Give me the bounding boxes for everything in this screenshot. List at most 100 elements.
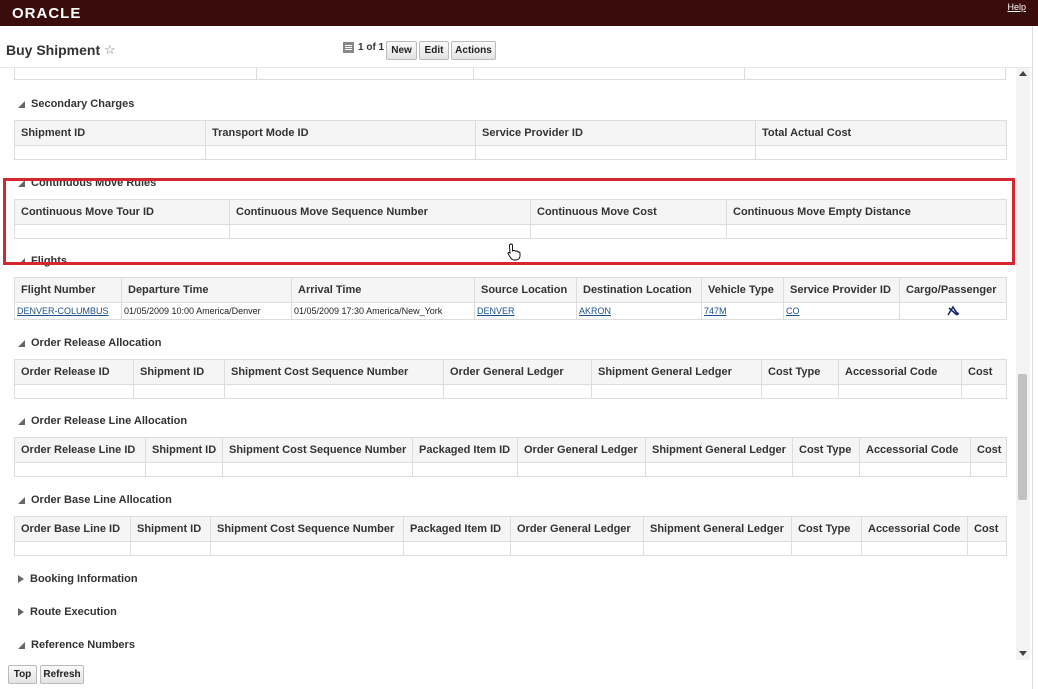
brand-bar: ORACLE Help bbox=[0, 0, 1038, 26]
column-header[interactable]: Accessorial Code bbox=[861, 516, 968, 542]
section-title: Order Release Allocation bbox=[31, 337, 162, 349]
column-header[interactable]: Service Provider ID bbox=[783, 277, 900, 303]
section-continuous-move-rules[interactable]: Continuous Move Rules bbox=[18, 177, 156, 189]
collapse-triangle-icon bbox=[18, 641, 25, 649]
collapse-triangle-icon bbox=[18, 417, 25, 425]
column-header[interactable]: Continuous Move Sequence Number bbox=[229, 199, 531, 225]
top-button[interactable]: Top bbox=[8, 665, 37, 684]
section-route-execution[interactable]: Route Execution bbox=[18, 606, 117, 618]
cargo-passenger-icon[interactable] bbox=[946, 305, 960, 317]
collapse-triangle-icon bbox=[18, 496, 25, 504]
column-header[interactable]: Departure Time bbox=[121, 277, 292, 303]
column-header[interactable]: Shipment ID bbox=[133, 359, 225, 385]
table-row bbox=[14, 224, 1007, 239]
section-secondary-charges[interactable]: Secondary Charges bbox=[18, 98, 134, 110]
column-header[interactable]: Cost bbox=[967, 516, 1007, 542]
expand-triangle-icon bbox=[18, 608, 24, 616]
column-header[interactable]: Order Release ID bbox=[14, 359, 134, 385]
previous-table-stub bbox=[14, 68, 1006, 80]
section-title: Secondary Charges bbox=[31, 98, 135, 110]
list-icon[interactable] bbox=[343, 42, 354, 53]
arrival-time: 01/05/2009 17:30 America/New_York bbox=[291, 302, 475, 320]
column-header[interactable]: Order General Ledger bbox=[510, 516, 644, 542]
column-header[interactable]: Cost bbox=[970, 437, 1007, 463]
column-header[interactable]: Order General Ledger bbox=[517, 437, 646, 463]
column-header[interactable]: Service Provider ID bbox=[475, 120, 756, 146]
column-header[interactable]: Arrival Time bbox=[291, 277, 475, 303]
column-header[interactable]: Order Release Line ID bbox=[14, 437, 146, 463]
column-header[interactable]: Shipment General Ledger bbox=[645, 437, 793, 463]
section-title: Order Release Line Allocation bbox=[31, 415, 188, 427]
column-header[interactable]: Source Location bbox=[474, 277, 577, 303]
column-header[interactable]: Transport Mode ID bbox=[205, 120, 476, 146]
scrollbar-thumb[interactable] bbox=[1018, 374, 1027, 500]
column-header[interactable]: Shipment General Ledger bbox=[643, 516, 792, 542]
column-header[interactable]: Total Actual Cost bbox=[755, 120, 1007, 146]
column-header[interactable]: Shipment ID bbox=[130, 516, 211, 542]
scroll-up-icon[interactable] bbox=[1019, 71, 1027, 76]
column-header[interactable]: Packaged Item ID bbox=[412, 437, 518, 463]
section-order-release-line-allocation[interactable]: Order Release Line Allocation bbox=[18, 415, 187, 427]
help-link[interactable]: Help bbox=[1007, 2, 1026, 12]
table-row bbox=[14, 462, 1007, 477]
vehicle-type-link[interactable]: 747M bbox=[704, 306, 727, 316]
flights-table: Flight Number Departure Time Arrival Tim… bbox=[14, 277, 1007, 320]
order-release-line-allocation-table: Order Release Line ID Shipment ID Shipme… bbox=[14, 437, 1007, 477]
edit-button[interactable]: Edit bbox=[419, 41, 449, 60]
departure-time: 01/05/2009 10:00 America/Denver bbox=[121, 302, 292, 320]
secondary-charges-table: Shipment ID Transport Mode ID Service Pr… bbox=[14, 120, 1007, 160]
column-header[interactable]: Shipment ID bbox=[14, 120, 206, 146]
service-provider-link[interactable]: CO bbox=[786, 306, 800, 316]
window-edge bbox=[1032, 26, 1038, 689]
column-header[interactable]: Cost bbox=[961, 359, 1007, 385]
oracle-logo: ORACLE bbox=[12, 5, 82, 22]
column-header[interactable]: Packaged Item ID bbox=[403, 516, 511, 542]
flight-number-link[interactable]: DENVER-COLUMBUS bbox=[17, 306, 109, 316]
title-bar: Buy Shipment ☆ 1 of 1 New Edit Actions bbox=[0, 26, 1038, 68]
collapse-triangle-icon bbox=[18, 339, 25, 347]
scroll-down-icon[interactable] bbox=[1019, 651, 1027, 656]
column-header[interactable]: Continuous Move Cost bbox=[530, 199, 727, 225]
column-header[interactable]: Continuous Move Tour ID bbox=[14, 199, 230, 225]
column-header[interactable]: Shipment Cost Sequence Number bbox=[222, 437, 413, 463]
column-header[interactable]: Shipment ID bbox=[145, 437, 223, 463]
favorite-star-icon[interactable]: ☆ bbox=[104, 42, 116, 58]
section-title: Route Execution bbox=[30, 606, 117, 618]
column-header[interactable]: Cargo/Passenger bbox=[899, 277, 1007, 303]
table-row bbox=[14, 145, 1007, 160]
section-title: Order Base Line Allocation bbox=[31, 494, 172, 506]
actions-button[interactable]: Actions bbox=[451, 41, 496, 60]
column-header[interactable]: Accessorial Code bbox=[838, 359, 962, 385]
section-reference-numbers[interactable]: Reference Numbers bbox=[18, 639, 135, 651]
column-header[interactable]: Order General Ledger bbox=[443, 359, 592, 385]
section-booking-information[interactable]: Booking Information bbox=[18, 573, 138, 585]
source-location-link[interactable]: DENVER bbox=[477, 306, 515, 316]
column-header[interactable]: Continuous Move Empty Distance bbox=[726, 199, 1007, 225]
column-header[interactable]: Shipment Cost Sequence Number bbox=[224, 359, 444, 385]
section-order-release-allocation[interactable]: Order Release Allocation bbox=[18, 337, 161, 349]
refresh-button[interactable]: Refresh bbox=[40, 665, 84, 684]
pager-text: 1 of 1 bbox=[358, 42, 385, 53]
vertical-scrollbar[interactable] bbox=[1016, 68, 1030, 660]
continuous-move-table: Continuous Move Tour ID Continuous Move … bbox=[14, 199, 1007, 239]
destination-location-link[interactable]: AKRON bbox=[579, 306, 611, 316]
column-header[interactable]: Destination Location bbox=[576, 277, 702, 303]
column-header[interactable]: Cost Type bbox=[791, 516, 862, 542]
section-flights[interactable]: Flights bbox=[18, 255, 67, 267]
new-button[interactable]: New bbox=[386, 41, 417, 60]
section-title: Reference Numbers bbox=[31, 639, 135, 651]
column-header[interactable]: Shipment General Ledger bbox=[591, 359, 762, 385]
order-release-allocation-table: Order Release ID Shipment ID Shipment Co… bbox=[14, 359, 1007, 399]
column-header[interactable]: Flight Number bbox=[14, 277, 122, 303]
column-header[interactable]: Vehicle Type bbox=[701, 277, 784, 303]
column-header[interactable]: Cost Type bbox=[761, 359, 839, 385]
section-title: Booking Information bbox=[30, 573, 138, 585]
table-row bbox=[14, 384, 1007, 399]
page-title: Buy Shipment bbox=[6, 42, 101, 58]
column-header[interactable]: Accessorial Code bbox=[859, 437, 971, 463]
section-order-base-line-allocation[interactable]: Order Base Line Allocation bbox=[18, 494, 172, 506]
column-header[interactable]: Cost Type bbox=[792, 437, 860, 463]
column-header[interactable]: Order Base Line ID bbox=[14, 516, 131, 542]
column-header[interactable]: Shipment Cost Sequence Number bbox=[210, 516, 404, 542]
pager: 1 of 1 bbox=[343, 42, 384, 53]
